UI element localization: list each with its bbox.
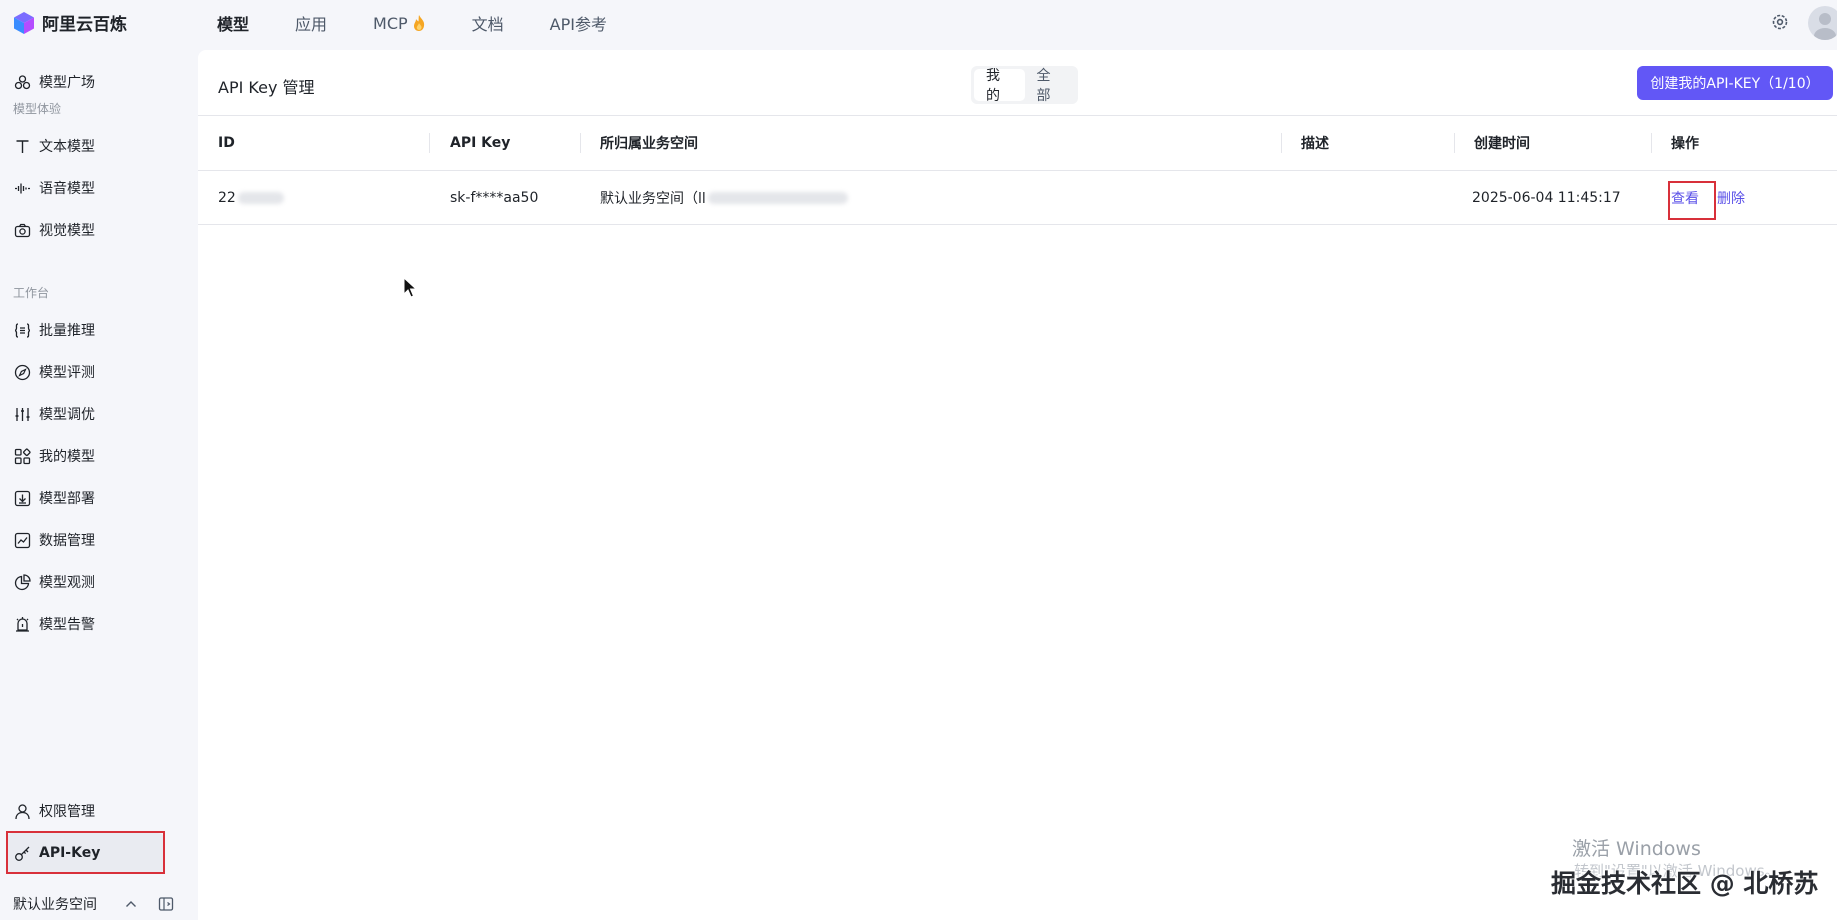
sidebar-item-label: 模型部署	[39, 491, 95, 507]
sidebar-item-permission[interactable]: 权限管理	[6, 791, 164, 831]
column-divider	[1651, 133, 1652, 153]
sidebar-item-voice-model[interactable]: 语音模型	[6, 168, 164, 208]
sidebar-item-batch-inference[interactable]: 批量推理	[6, 310, 164, 350]
segment-mine[interactable]: 我的	[974, 68, 1025, 104]
annotation-highlight-box	[6, 831, 165, 874]
cell-workspace-text: 默认业务空间（ll	[600, 190, 706, 207]
waveform-icon	[15, 183, 30, 193]
top-nav-item-apps[interactable]: 应用	[295, 11, 327, 35]
sidebar-item-label: 模型观测	[39, 575, 95, 591]
sidebar-item-label: 模型评测	[39, 365, 95, 381]
sidebar-section-experience: 模型体验	[13, 102, 62, 116]
top-nav-item-label: 应用	[295, 15, 328, 34]
sidebar-collapse-icon[interactable]	[158, 896, 174, 912]
mouse-cursor-icon	[403, 277, 417, 298]
sidebar-item-label: 模型告警	[39, 617, 95, 633]
sidebar-item-label: 视觉模型	[39, 223, 95, 239]
workspace-label: 默认业务空间	[13, 897, 97, 913]
column-header-api-key: API Key	[450, 135, 511, 151]
top-nav-item-docs[interactable]: 文档	[472, 11, 504, 35]
gear-icon[interactable]	[1770, 12, 1790, 32]
flame-icon	[413, 15, 424, 31]
top-nav-item-mcp[interactable]: MCP	[373, 14, 426, 33]
sidebar-item-model-observe[interactable]: 模型观测	[6, 562, 164, 602]
model-square-icon	[14, 74, 31, 89]
deploy-download-icon	[14, 490, 31, 506]
sidebar-item-model-eval[interactable]: 模型评测	[6, 352, 164, 392]
brand[interactable]: 阿里云百炼	[12, 10, 127, 35]
cell-id-text: 22	[218, 189, 236, 206]
chevron-up-icon[interactable]	[124, 897, 138, 911]
sidebar-item-label: 模型广场	[39, 75, 95, 91]
site-watermark: 掘金技术社区 @ 北桥苏	[1551, 869, 1819, 898]
sidebar-item-label: 文本模型	[39, 139, 95, 155]
column-divider	[580, 133, 581, 153]
sidebar-item-text-model[interactable]: 文本模型	[6, 126, 164, 166]
sidebar-item-label: 模型调优	[39, 407, 95, 423]
text-icon	[16, 139, 29, 153]
ownership-segmented-control: 我的 全部	[971, 66, 1078, 104]
column-divider	[1281, 133, 1282, 153]
redacted-text	[707, 191, 848, 204]
sliders-icon	[15, 407, 30, 421]
column-header-description: 描述	[1301, 136, 1329, 152]
column-header-created: 创建时间	[1474, 136, 1530, 152]
camera-icon	[14, 223, 31, 237]
sidebar-item-label: 语音模型	[39, 181, 95, 197]
table-row: 22 sk-f****aa50 默认业务空间（ll 2025-06-04 11:…	[198, 171, 1837, 225]
sidebar-item-label: 我的模型	[39, 449, 95, 465]
compass-icon	[14, 364, 31, 380]
pie-chart-icon	[14, 573, 31, 590]
cell-created-time: 2025-06-04 11:45:17	[1472, 189, 1621, 206]
top-nav-item-label: API参考	[549, 15, 607, 34]
sidebar-item-vision-model[interactable]: 视觉模型	[6, 210, 164, 250]
top-nav-item-label: MCP	[373, 13, 408, 33]
windows-activation-watermark: 激活 Windows	[1572, 838, 1701, 860]
brand-name: 阿里云百炼	[42, 15, 127, 35]
top-navigation-bar: 阿里云百炼 模型 应用 MCP 文档 API参考	[0, 0, 1837, 46]
redacted-text	[237, 191, 284, 204]
line-chart-icon	[14, 532, 31, 548]
column-header-workspace: 所归属业务空间	[600, 136, 698, 152]
workspace-switcher[interactable]: 默认业务空间	[13, 894, 97, 914]
delete-button[interactable]: 删除	[1717, 188, 1745, 208]
avatar[interactable]	[1808, 6, 1837, 40]
cell-workspace: 默认业务空间（ll	[600, 171, 848, 224]
apps-grid-icon	[14, 448, 31, 464]
top-nav: 模型 应用 MCP 文档 API参考	[217, 0, 653, 46]
page-title: API Key 管理	[218, 78, 315, 97]
sidebar-item-model-square[interactable]: 模型广场	[6, 62, 164, 102]
table-header: ID API Key 所归属业务空间 描述 创建时间 操作	[198, 115, 1837, 171]
column-header-id: ID	[218, 135, 235, 151]
sidebar-item-label: 批量推理	[39, 323, 95, 339]
sidebar: 模型广场 模型体验 文本模型 语音模型 视觉模型 工作台 批量推理 模型评测 模…	[0, 46, 197, 920]
segment-all[interactable]: 全部	[1025, 68, 1076, 104]
column-divider	[429, 133, 430, 153]
main-panel: API Key 管理 我的 全部 创建我的API-KEY（1/10） ID AP…	[198, 50, 1837, 920]
sidebar-item-data-manage[interactable]: 数据管理	[6, 520, 164, 560]
batch-braces-icon	[14, 322, 31, 338]
cell-api-key: sk-f****aa50	[450, 189, 539, 206]
sidebar-item-label: 权限管理	[39, 804, 95, 820]
sidebar-item-model-alert[interactable]: 模型告警	[6, 604, 164, 644]
user-icon	[15, 803, 30, 819]
alarm-icon	[16, 616, 29, 632]
bailian-logo-icon	[14, 11, 34, 34]
sidebar-item-label: 数据管理	[39, 533, 95, 549]
sidebar-section-workbench: 工作台	[13, 286, 50, 300]
column-header-actions: 操作	[1671, 136, 1699, 152]
sidebar-item-model-deploy[interactable]: 模型部署	[6, 478, 164, 518]
user-avatar-icon	[1814, 13, 1836, 40]
annotation-highlight-box	[1668, 181, 1716, 220]
sidebar-item-my-models[interactable]: 我的模型	[6, 436, 164, 476]
create-api-key-button[interactable]: 创建我的API-KEY（1/10）	[1637, 66, 1833, 100]
sidebar-item-model-tuning[interactable]: 模型调优	[6, 394, 164, 434]
cell-id: 22	[218, 171, 284, 224]
top-nav-item-models[interactable]: 模型	[217, 11, 249, 35]
top-nav-item-label: 文档	[471, 15, 504, 34]
column-divider	[1454, 133, 1455, 153]
top-nav-item-api-reference[interactable]: API参考	[550, 11, 607, 35]
top-nav-item-label: 模型	[217, 15, 250, 34]
